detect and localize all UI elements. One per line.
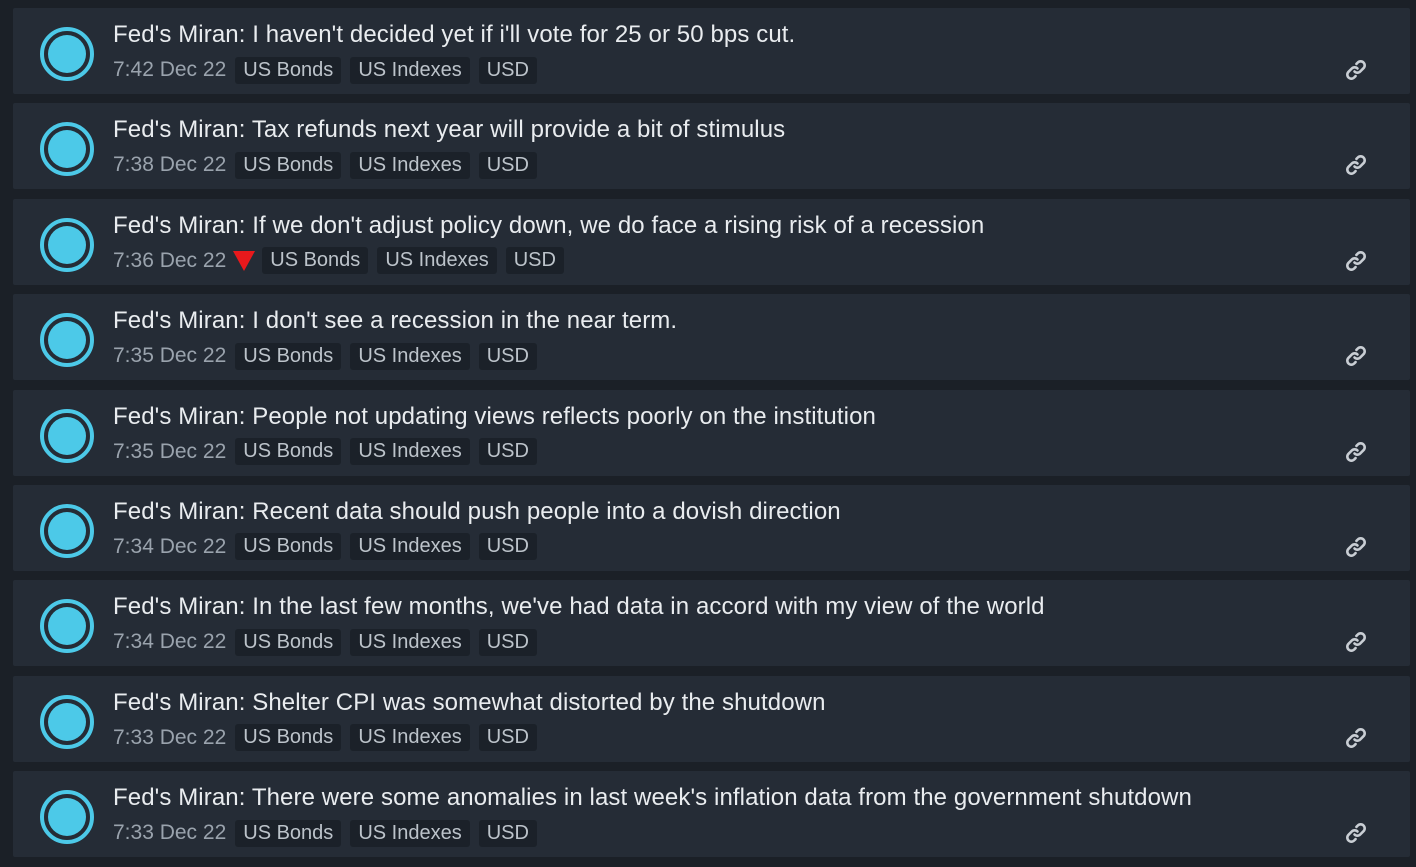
down-triangle-icon: [233, 250, 256, 271]
news-headline[interactable]: Fed's Miran: Tax refunds next year will …: [113, 116, 785, 144]
news-item[interactable]: Fed's Miran: If we don't adjust policy d…: [13, 198, 1410, 285]
tag-us-indexes[interactable]: US Indexes: [350, 56, 470, 84]
news-headline[interactable]: Fed's Miran: There were some anomalies i…: [113, 784, 1192, 812]
news-meta: 7:33 Dec 22 US Bonds US Indexes USD: [113, 819, 537, 847]
tag-us-indexes[interactable]: US Indexes: [377, 247, 497, 275]
news-item[interactable]: Fed's Miran: I don't see a recession in …: [13, 294, 1410, 381]
news-meta: 7:34 Dec 22 US Bonds US Indexes USD: [113, 533, 537, 561]
link-icon[interactable]: [1342, 533, 1370, 561]
tag-us-indexes[interactable]: US Indexes: [350, 628, 470, 656]
news-time: 7:35 Dec 22: [113, 439, 227, 463]
tag-usd[interactable]: USD: [478, 533, 537, 561]
tag-us-bonds[interactable]: US Bonds: [235, 819, 342, 847]
news-headline[interactable]: Fed's Miran: In the last few months, we'…: [113, 593, 1045, 621]
news-time: 7:33 Dec 22: [113, 725, 227, 749]
news-time: 7:36 Dec 22: [113, 248, 227, 272]
news-feed: Fed's Miran: I haven't decided yet if i'…: [13, 8, 1410, 867]
status-circle-icon: [40, 217, 94, 272]
tag-usd[interactable]: USD: [478, 628, 537, 656]
link-icon[interactable]: [1342, 628, 1370, 656]
news-meta: 7:36 Dec 22 US Bonds US Indexes USD: [113, 247, 564, 275]
link-icon[interactable]: [1342, 724, 1370, 752]
news-time: 7:35 Dec 22: [113, 344, 227, 368]
tag-us-bonds[interactable]: US Bonds: [235, 438, 342, 466]
tag-us-bonds[interactable]: US Bonds: [235, 151, 342, 179]
tag-us-bonds[interactable]: US Bonds: [235, 56, 342, 84]
news-headline[interactable]: Fed's Miran: I haven't decided yet if i'…: [113, 21, 795, 49]
news-item[interactable]: Fed's Miran: People not updating views r…: [13, 389, 1410, 476]
news-headline[interactable]: Fed's Miran: Recent data should push peo…: [113, 498, 841, 526]
news-item[interactable]: Fed's Miran: Shelter CPI was somewhat di…: [13, 675, 1410, 762]
tag-us-bonds[interactable]: US Bonds: [235, 533, 342, 561]
tag-us-indexes[interactable]: US Indexes: [350, 342, 470, 370]
status-circle-icon: [40, 694, 94, 749]
status-circle-icon: [40, 122, 94, 177]
link-icon[interactable]: [1342, 247, 1370, 275]
tag-us-indexes[interactable]: US Indexes: [350, 533, 470, 561]
news-headline[interactable]: Fed's Miran: I don't see a recession in …: [113, 307, 677, 335]
tag-us-indexes[interactable]: US Indexes: [350, 819, 470, 847]
link-icon[interactable]: [1342, 56, 1370, 84]
link-icon[interactable]: [1342, 151, 1370, 179]
news-item[interactable]: Fed's Miran: I haven't decided yet if i'…: [13, 8, 1410, 94]
tag-us-indexes[interactable]: US Indexes: [350, 151, 470, 179]
news-time: 7:38 Dec 22: [113, 153, 227, 177]
news-headline[interactable]: Fed's Miran: People not updating views r…: [113, 403, 876, 431]
link-icon[interactable]: [1342, 342, 1370, 370]
status-circle-icon: [40, 313, 94, 368]
status-circle-icon: [40, 27, 94, 81]
news-time: 7:42 Dec 22: [113, 58, 227, 81]
news-headline[interactable]: Fed's Miran: Shelter CPI was somewhat di…: [113, 689, 826, 717]
news-meta: 7:35 Dec 22 US Bonds US Indexes USD: [113, 342, 537, 370]
tag-usd[interactable]: USD: [478, 56, 537, 84]
news-meta: 7:34 Dec 22 US Bonds US Indexes USD: [113, 628, 537, 656]
status-circle-icon: [40, 503, 94, 558]
news-item[interactable]: Fed's Miran: In the last few months, we'…: [13, 580, 1410, 667]
news-time: 7:34 Dec 22: [113, 630, 227, 654]
link-icon[interactable]: [1342, 819, 1370, 847]
tag-us-bonds[interactable]: US Bonds: [235, 724, 342, 752]
news-meta: 7:38 Dec 22 US Bonds US Indexes USD: [113, 151, 537, 179]
tag-us-indexes[interactable]: US Indexes: [350, 438, 470, 466]
news-item[interactable]: Fed's Miran: There were some anomalies i…: [13, 771, 1410, 858]
news-meta: 7:33 Dec 22 US Bonds US Indexes USD: [113, 724, 537, 752]
link-icon[interactable]: [1342, 438, 1370, 466]
news-headline[interactable]: Fed's Miran: If we don't adjust policy d…: [113, 212, 984, 240]
news-item[interactable]: Fed's Miran: Tax refunds next year will …: [13, 103, 1410, 190]
tag-us-bonds[interactable]: US Bonds: [262, 247, 369, 275]
tag-usd[interactable]: USD: [505, 247, 564, 275]
status-circle-icon: [40, 599, 94, 654]
tag-us-indexes[interactable]: US Indexes: [350, 724, 470, 752]
news-meta: 7:42 Dec 22 US Bonds US Indexes USD: [113, 56, 537, 84]
news-meta: 7:35 Dec 22 US Bonds US Indexes USD: [113, 438, 537, 466]
news-time: 7:34 Dec 22: [113, 534, 227, 558]
tag-usd[interactable]: USD: [478, 342, 537, 370]
status-circle-icon: [40, 790, 94, 845]
tag-usd[interactable]: USD: [478, 819, 537, 847]
tag-us-bonds[interactable]: US Bonds: [235, 628, 342, 656]
tag-us-bonds[interactable]: US Bonds: [235, 342, 342, 370]
tag-usd[interactable]: USD: [478, 438, 537, 466]
news-item[interactable]: Fed's Miran: Recent data should push peo…: [13, 484, 1410, 571]
tag-usd[interactable]: USD: [478, 151, 537, 179]
tag-usd[interactable]: USD: [478, 724, 537, 752]
news-time: 7:33 Dec 22: [113, 821, 227, 845]
status-circle-icon: [40, 408, 94, 463]
